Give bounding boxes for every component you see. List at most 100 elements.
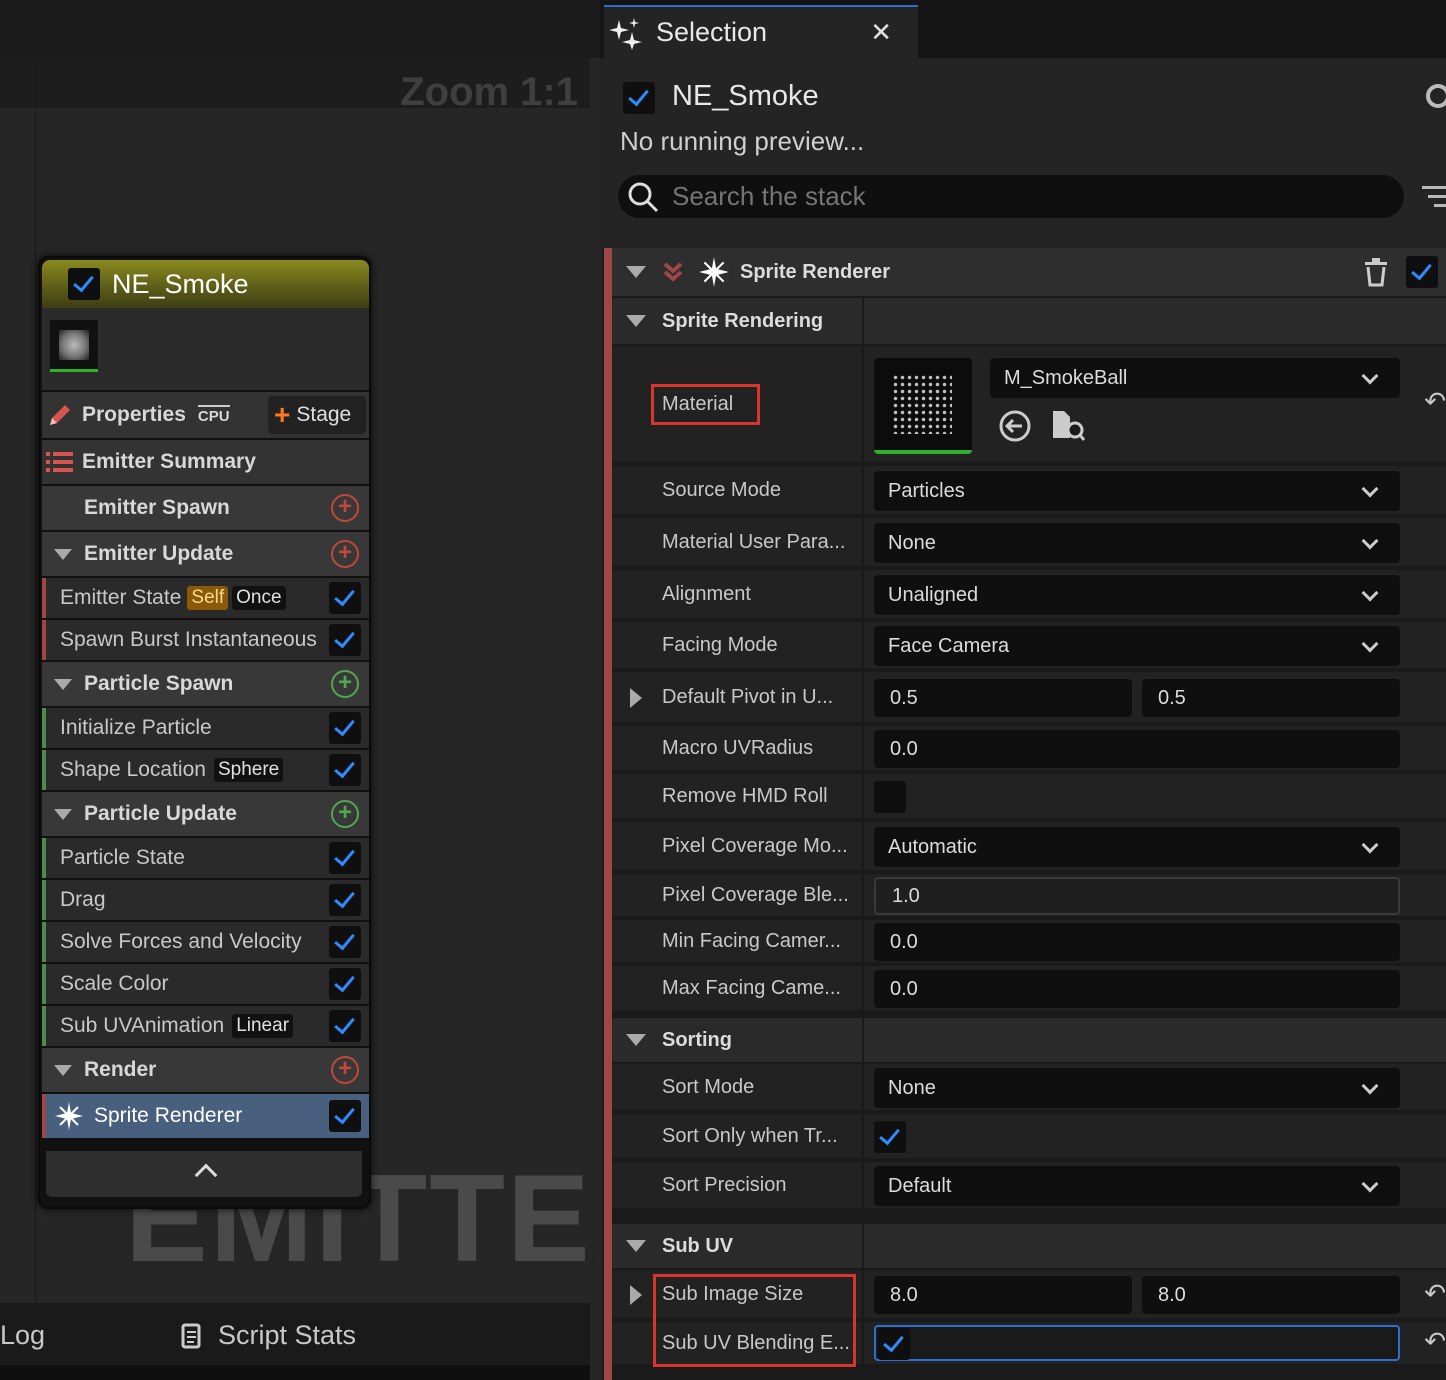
module-enable-checkbox[interactable] [329,1010,361,1042]
material-dropdown[interactable]: M_SmokeBall [990,358,1400,398]
properties-row[interactable]: Properties CPU + Stage [42,392,369,438]
module-enable-checkbox[interactable] [329,884,361,916]
sort-only-checkbox[interactable] [874,1121,906,1153]
browse-folder-icon[interactable] [1050,408,1086,442]
module-label: Scale Color [60,972,169,995]
emitter-node[interactable]: NE_Smoke Properties CPU + Stage Emitter [38,256,371,1209]
module-enable-checkbox[interactable] [329,1100,361,1132]
collapse-arrow-icon[interactable] [626,315,646,327]
facing-mode-dropdown[interactable]: Face Camera [874,626,1400,666]
particle-update-row[interactable]: Particle Update + [42,792,369,836]
min-facing-field[interactable]: 0.0 [874,923,1400,961]
sprite-renderer-header[interactable]: Sprite Renderer [612,248,1446,296]
use-selected-arrow-icon[interactable] [998,409,1032,443]
module-particle-state[interactable]: Particle State [42,838,369,878]
module-emitter-state[interactable]: Emitter State Self Once [42,578,369,618]
alignment-dropdown[interactable]: Unaligned [874,575,1400,615]
module-enable-checkbox[interactable] [329,926,361,958]
sub-image-y-field[interactable]: 8.0 [1142,1276,1400,1314]
add-module-icon[interactable]: + [331,670,359,698]
add-renderer-icon[interactable]: + [331,1056,359,1084]
sub-uv-blending-checkbox[interactable] [878,1328,910,1360]
column-divider [862,1064,864,1110]
particle-spawn-row[interactable]: Particle Spawn + [42,662,369,706]
gear-icon[interactable] [1426,84,1446,108]
pixel-coverage-blend-field[interactable]: 1.0 [874,877,1400,915]
module-initialize-particle[interactable]: Initialize Particle [42,708,369,748]
renderer-enable-checkbox[interactable] [1406,256,1438,288]
selection-tab[interactable]: Selection ✕ [604,5,918,58]
script-stats-tab[interactable]: Script Stats [178,1320,356,1351]
module-solve-forces[interactable]: Solve Forces and Velocity [42,922,369,962]
filter-icon[interactable] [1422,186,1446,213]
emitter-graph[interactable]: Zoom 1:1 EMITTER NE_Smoke Properties CPU… [0,0,600,1380]
search-input[interactable] [672,181,1372,212]
module-sprite-renderer[interactable]: Sprite Renderer [42,1094,369,1138]
module-enable-checkbox[interactable] [329,842,361,874]
module-drag[interactable]: Drag [42,880,369,920]
emitter-spawn-row[interactable]: Emitter Spawn + [42,486,369,530]
pivot-y-field[interactable]: 0.5 [1142,679,1400,717]
collapse-arrow-icon[interactable] [626,1240,646,1252]
pivot-x-field[interactable]: 0.5 [874,679,1132,717]
source-mode-dropdown[interactable]: Particles [874,471,1400,511]
expand-arrow-icon[interactable] [630,1285,642,1305]
max-facing-field[interactable]: 0.0 [874,970,1400,1008]
sprite-rendering-category[interactable]: Sprite Rendering [612,298,1446,344]
trash-icon[interactable] [1362,257,1390,287]
node-enable-checkbox[interactable] [68,268,100,300]
module-color-bar [42,750,46,790]
collapse-arrow-icon[interactable] [54,548,72,560]
add-module-icon[interactable]: + [331,540,359,568]
emitter-summary-row[interactable]: Emitter Summary [42,440,369,484]
material-user-param-dropdown[interactable]: None [874,523,1400,563]
add-module-icon[interactable]: + [331,494,359,522]
module-enable-checkbox[interactable] [329,582,361,614]
expand-arrow-icon[interactable] [630,688,642,708]
sub-image-x-field[interactable]: 8.0 [874,1276,1132,1314]
emitter-enable-checkbox[interactable] [623,82,655,114]
node-thumbnail-area [42,308,369,390]
module-enable-checkbox[interactable] [329,754,361,786]
module-color-bar [42,880,46,920]
collapse-arrow-icon[interactable] [54,808,72,820]
collapse-arrow-icon[interactable] [626,266,646,278]
property-label: Min Facing Camer... [662,929,841,952]
add-module-icon[interactable]: + [331,800,359,828]
remove-hmd-roll-checkbox[interactable] [874,781,906,813]
reset-arrow-icon[interactable]: ↶ [1424,386,1446,417]
render-row[interactable]: Render + [42,1048,369,1092]
collapse-arrow-icon[interactable] [54,1064,72,1076]
log-tab[interactable]: Log [0,1320,45,1351]
module-spawn-burst[interactable]: Spawn Burst Instantaneous [42,620,369,660]
collapse-node-button[interactable] [46,1151,362,1197]
close-icon[interactable]: ✕ [870,17,892,48]
module-scale-color[interactable]: Scale Color [42,964,369,1004]
collapse-arrow-icon[interactable] [54,678,72,690]
module-enable-checkbox[interactable] [329,712,361,744]
macro-uv-radius-field[interactable]: 0.0 [874,730,1400,768]
material-thumbnail[interactable] [874,358,972,454]
emitter-update-row[interactable]: Emitter Update + [42,532,369,576]
sorting-category[interactable]: Sorting [612,1018,1446,1062]
cpu-badge: CPU [197,405,230,425]
reset-arrow-icon[interactable]: ↶ [1424,1326,1446,1357]
sub-uv-blending-field[interactable] [874,1325,1400,1361]
collapse-arrow-icon[interactable] [626,1034,646,1046]
module-enable-checkbox[interactable] [329,624,361,656]
sort-mode-dropdown[interactable]: None [874,1068,1400,1108]
sort-precision-dropdown[interactable]: Default [874,1166,1400,1206]
reset-arrow-icon[interactable]: ↶ [1424,1278,1446,1309]
node-header[interactable]: NE_Smoke [42,260,369,308]
module-enable-checkbox[interactable] [329,968,361,1000]
property-label: Facing Mode [662,633,778,656]
module-color-bar [42,1006,46,1046]
list-icon [46,452,73,472]
stack-search-box[interactable] [618,175,1404,218]
sub-uv-category[interactable]: Sub UV [612,1224,1446,1268]
module-sub-uv-animation[interactable]: Sub UVAnimation Linear [42,1006,369,1046]
pixel-coverage-mode-dropdown[interactable]: Automatic [874,827,1400,867]
emitter-thumbnail[interactable] [50,320,98,372]
add-stage-button[interactable]: + Stage [268,396,366,434]
module-shape-location[interactable]: Shape Location Sphere [42,750,369,790]
